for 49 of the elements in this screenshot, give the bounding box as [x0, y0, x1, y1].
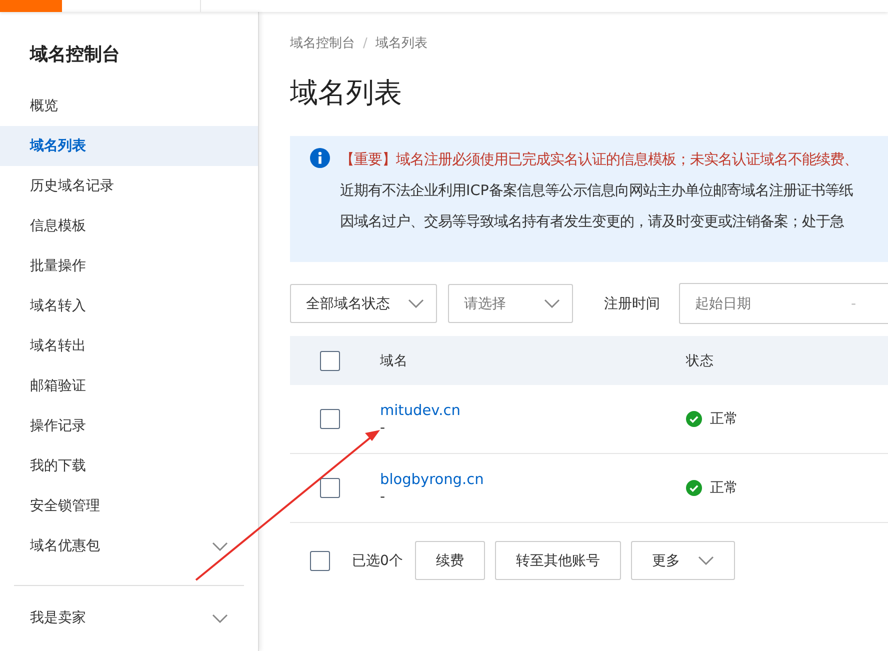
- sidebar-item[interactable]: 信息模板: [0, 206, 258, 246]
- sidebar-item[interactable]: 域名转入: [0, 286, 258, 326]
- status-text: 正常: [710, 410, 738, 428]
- breadcrumb-item[interactable]: 域名控制台: [290, 34, 355, 52]
- date-label: 注册时间: [604, 294, 660, 312]
- breadcrumb-item: 域名列表: [375, 35, 428, 52]
- check-circle-icon: [686, 411, 702, 427]
- checkbox[interactable]: [320, 409, 340, 429]
- chevron-down-icon: [544, 299, 560, 308]
- domain-link[interactable]: mitudev.cn: [380, 403, 686, 419]
- action-button[interactable]: 转至其他账号: [494, 541, 621, 580]
- checkbox[interactable]: [320, 350, 340, 370]
- domain-link[interactable]: blogbyrong.cn: [380, 472, 686, 488]
- notice-text: 因域名过户、交易等导致域名持有者发生变更的，请及时变更或注销备案；处于急: [340, 213, 845, 231]
- sidebar-item[interactable]: 操作记录: [0, 406, 258, 446]
- domain-note: -: [380, 490, 386, 504]
- chevron-down-icon: [698, 556, 714, 565]
- action-button[interactable]: 续费: [414, 541, 485, 580]
- sidebar-item[interactable]: 我的下载: [0, 446, 258, 486]
- select-field[interactable]: 请选择: [448, 284, 573, 323]
- chevron-down-icon: [408, 299, 424, 308]
- chevron-down-icon: [212, 542, 228, 550]
- column-header: 域名: [380, 352, 409, 370]
- sidebar-title: 域名控制台: [28, 43, 121, 67]
- column-header: 状态: [686, 352, 714, 370]
- date-range-field[interactable]: 起始日期 -: [679, 283, 888, 324]
- sidebar-item[interactable]: 历史域名记录: [0, 166, 258, 206]
- status-text: 正常: [710, 479, 738, 497]
- sidebar-item[interactable]: 批量操作: [0, 246, 258, 286]
- selected-count: 已选0个: [352, 552, 403, 570]
- sidebar-item[interactable]: 域名列表: [0, 126, 258, 166]
- sidebar-item[interactable]: 我是卖家: [0, 598, 258, 638]
- breadcrumb-separator: /: [363, 36, 368, 50]
- status-select[interactable]: 全部域名状态: [290, 284, 437, 323]
- check-circle-icon: [686, 480, 702, 496]
- sidebar-item[interactable]: 域名转出: [0, 326, 258, 366]
- chevron-down-icon: [212, 614, 228, 622]
- notice-text: 【重要】域名注册必须使用已完成实名认证的信息模板；未实名认证域名不能续费、: [340, 151, 858, 169]
- sidebar-item[interactable]: 邮箱验证: [0, 366, 258, 406]
- sidebar-item[interactable]: 概览: [0, 86, 258, 126]
- sidebar-item[interactable]: 域名优惠包: [0, 526, 258, 566]
- info-icon: [310, 148, 330, 168]
- more-dropdown[interactable]: 更多: [630, 541, 735, 580]
- notice-text: 近期有不法企业利用ICP备案信息等公示信息向网站主办单位邮寄域名注册证书等纸: [340, 182, 854, 200]
- domain-note: -: [380, 421, 386, 435]
- page-title: 域名列表: [290, 75, 403, 111]
- checkbox[interactable]: [320, 478, 340, 498]
- sidebar-item[interactable]: 安全锁管理: [0, 486, 258, 526]
- checkbox[interactable]: [310, 550, 330, 570]
